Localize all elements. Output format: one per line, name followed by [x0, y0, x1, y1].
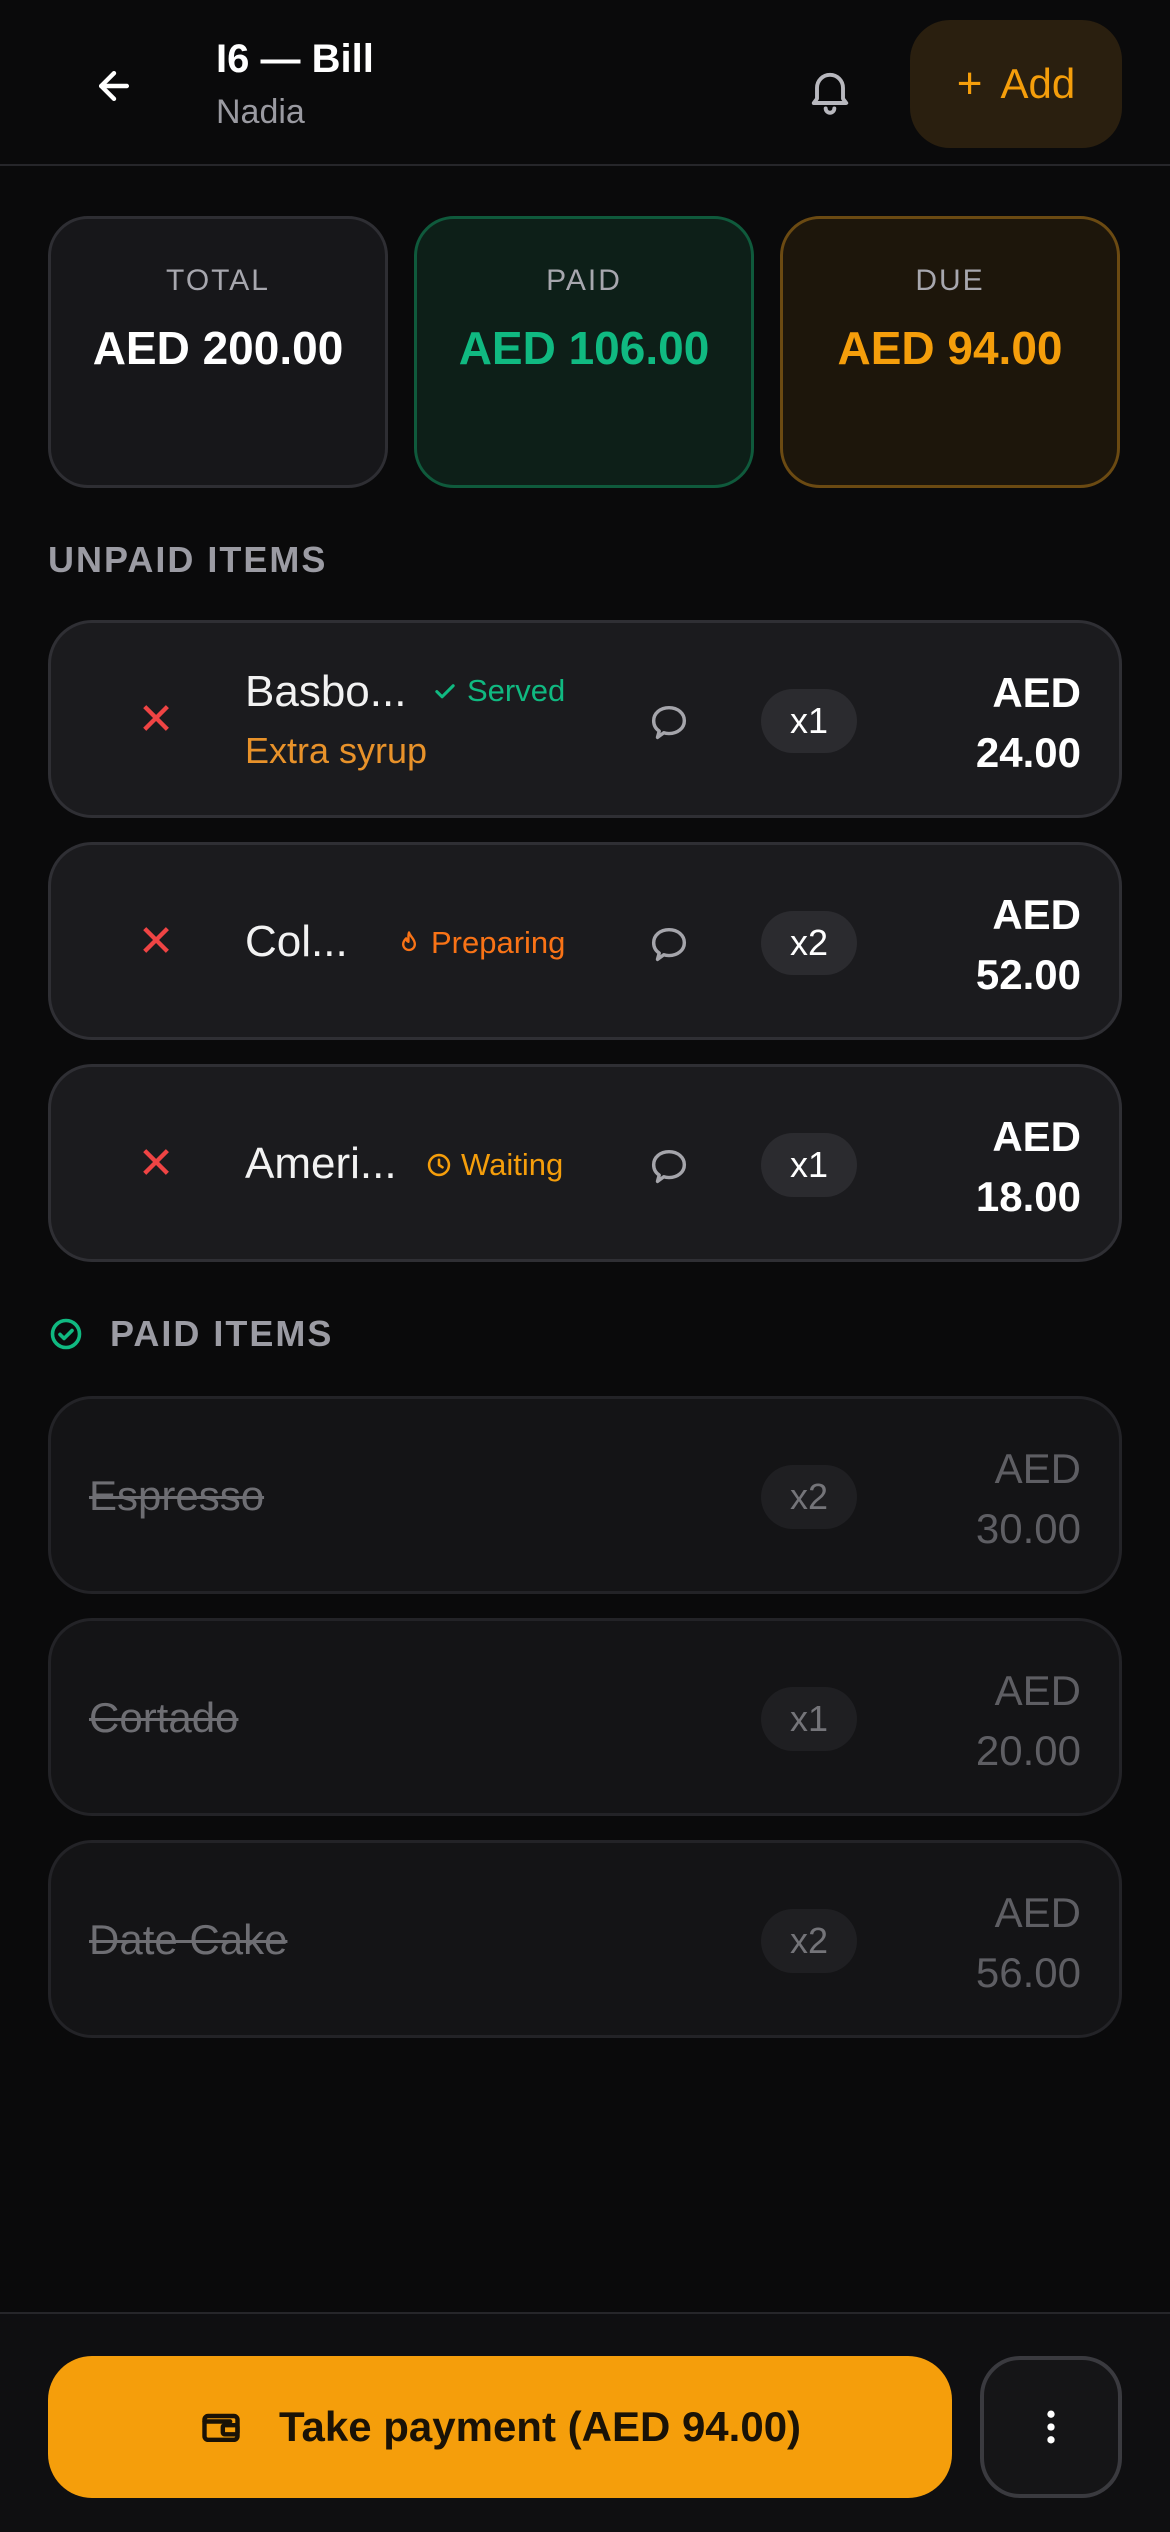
price-currency: AED: [994, 1445, 1081, 1492]
price-currency: AED: [992, 1113, 1081, 1160]
price-amount: 20.00: [975, 1727, 1081, 1774]
status-label: Served: [467, 673, 566, 708]
total-label: TOTAL: [166, 264, 270, 297]
item-status: Preparing: [395, 923, 565, 963]
paid-item: Espresso x2 AED 30.00: [48, 1396, 1122, 1594]
total-value: AED 200.00: [92, 322, 344, 374]
item-name: Espresso: [89, 1472, 265, 1519]
unpaid-item[interactable]: ✕ Col... Preparing x2 AED 52.00: [48, 842, 1122, 1040]
item-note: Extra syrup: [245, 730, 428, 771]
price-currency: AED: [994, 1889, 1081, 1936]
quantity-badge: x1: [761, 689, 857, 753]
due-card: DUE AED 94.00: [780, 216, 1120, 488]
due-label: DUE: [915, 264, 985, 297]
total-card: TOTAL AED 200.00: [48, 216, 388, 488]
paid-item: Cortado x1 AED 20.00: [48, 1618, 1122, 1816]
item-name: Ameri...: [245, 1139, 397, 1188]
paid-label: PAID: [546, 264, 622, 297]
check-icon: [435, 684, 455, 699]
more-options-button[interactable]: [980, 2356, 1122, 2498]
add-item-button[interactable]: + Add: [910, 20, 1122, 148]
wallet-icon: [202, 2413, 240, 2443]
bottom-action-bar: Take payment (AED 94.00): [0, 2312, 1170, 2532]
price-amount: 30.00: [975, 1505, 1081, 1552]
comment-icon: [651, 705, 687, 740]
comment-button[interactable]: [641, 695, 697, 751]
take-payment-button[interactable]: Take payment (AED 94.00): [48, 2356, 952, 2498]
arrow-left-icon: [98, 70, 130, 102]
paid-items-heading: PAID ITEMS: [110, 1313, 334, 1354]
item-name: Cortado: [89, 1694, 239, 1741]
take-payment-label: Take payment (AED 94.00): [278, 2403, 802, 2450]
remove-item-button[interactable]: ✕: [131, 917, 181, 967]
status-label: Waiting: [461, 1147, 564, 1182]
item-price: AED 56.00: [976, 1883, 1081, 2003]
quantity-badge: x2: [761, 1465, 857, 1529]
item-status: Served: [431, 671, 565, 711]
unpaid-item[interactable]: ✕ Ameri... Waiting x1 AED 18.00: [48, 1064, 1122, 1262]
clock-icon: [427, 1153, 451, 1177]
price-currency: AED: [992, 891, 1081, 938]
quantity-badge: x2: [761, 911, 857, 975]
item-status: Waiting: [425, 1145, 563, 1185]
item-name: Date Cake: [89, 1916, 288, 1963]
price-currency: AED: [992, 669, 1081, 716]
paid-item: Date Cake x2 AED 56.00: [48, 1840, 1122, 2038]
more-vertical-icon: [1047, 2410, 1055, 2444]
item-name: Basbo...: [245, 667, 407, 716]
price-amount: 52.00: [975, 951, 1081, 998]
add-label: Add: [1000, 60, 1076, 107]
price-currency: AED: [994, 1667, 1081, 1714]
quantity-badge: x1: [761, 1687, 857, 1751]
item-name: Col...: [245, 917, 348, 966]
item-price: AED 18.00: [976, 1107, 1081, 1227]
comment-button[interactable]: [641, 1139, 697, 1195]
flame-icon: [402, 931, 416, 952]
remove-item-button[interactable]: ✕: [131, 695, 181, 745]
item-price: AED 30.00: [976, 1439, 1081, 1559]
page-title: I6 — Bill: [216, 37, 374, 81]
bell-icon: [811, 72, 849, 115]
item-price: AED 20.00: [976, 1661, 1081, 1781]
comment-button[interactable]: [641, 917, 697, 973]
status-label: Preparing: [431, 925, 566, 960]
plus-icon: +: [956, 59, 983, 108]
unpaid-item[interactable]: ✕ Basbo... Served Extra syrup x1 AED 24.…: [48, 620, 1122, 818]
top-bar: I6 — Bill Nadia + Add: [0, 0, 1170, 166]
quantity-badge: x2: [761, 1909, 857, 1973]
comment-icon: [651, 927, 687, 962]
price-amount: 18.00: [975, 1173, 1081, 1220]
customer-name: Nadia: [216, 93, 305, 131]
back-button[interactable]: [76, 48, 152, 124]
paid-check-icon: [48, 1316, 84, 1352]
quantity-badge: x1: [761, 1133, 857, 1197]
paid-card: PAID AED 106.00: [414, 216, 754, 488]
due-value: AED 94.00: [837, 322, 1063, 374]
comment-icon: [651, 1149, 687, 1184]
unpaid-items-heading: UNPAID ITEMS: [48, 539, 328, 580]
price-amount: 24.00: [975, 729, 1081, 776]
item-price: AED 24.00: [976, 663, 1081, 783]
price-amount: 56.00: [975, 1949, 1081, 1996]
notifications-button[interactable]: [790, 50, 870, 130]
item-price: AED 52.00: [976, 885, 1081, 1005]
paid-value: AED 106.00: [458, 322, 710, 374]
remove-item-button[interactable]: ✕: [131, 1139, 181, 1189]
